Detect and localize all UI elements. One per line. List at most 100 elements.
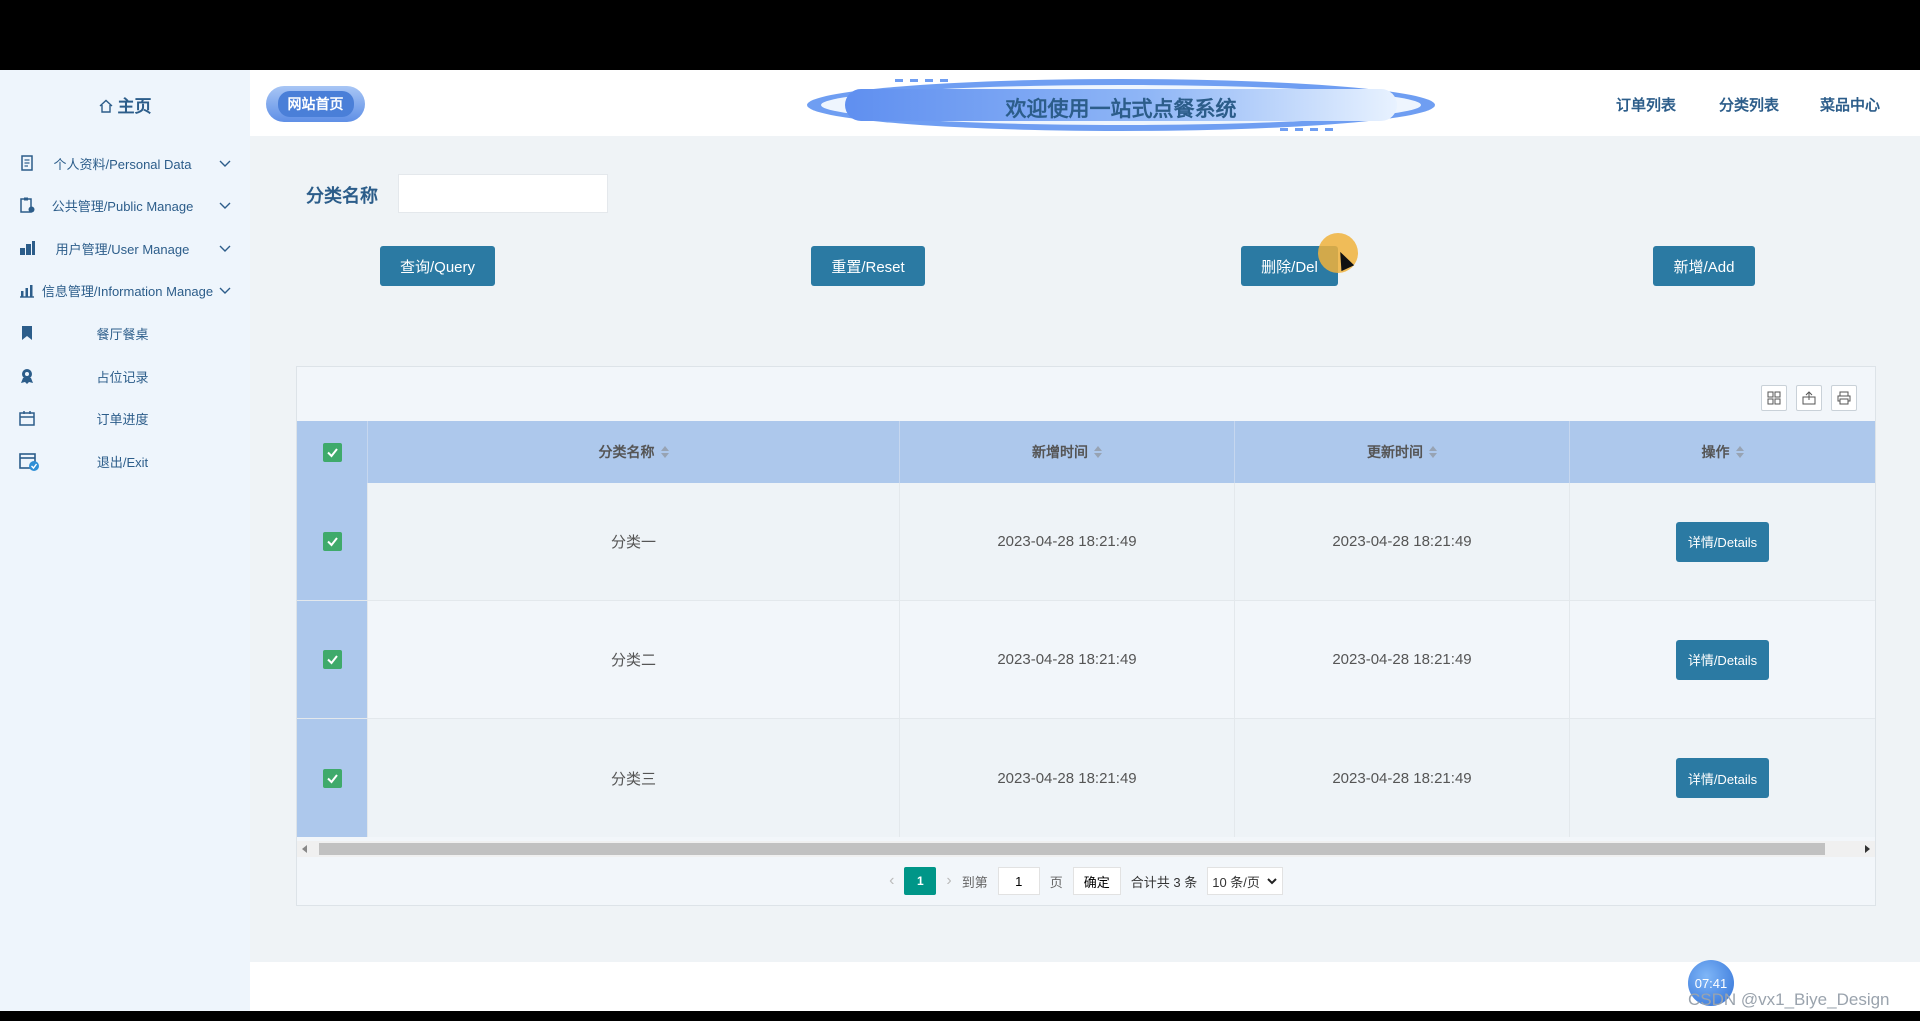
cell-category-name: 分类二 [368, 601, 900, 718]
screen-top-border [0, 0, 1920, 70]
nav-category-list[interactable]: 分类列表 [1719, 94, 1779, 115]
home-icon [99, 99, 112, 113]
pagination: ‹ 1 › 到第 页 确定 合计共 3 条 10 条/页 [297, 857, 1875, 905]
query-button[interactable]: 查询/Query [380, 246, 495, 286]
cell-created-time: 2023-04-28 18:21:49 [900, 719, 1235, 837]
title-banner: 欢迎使用一站式点餐系统 [805, 77, 1437, 133]
column-header-updated[interactable]: 更新时间 [1235, 421, 1570, 483]
sidebar-item-order-progress[interactable]: 订单进度 [0, 400, 250, 436]
sort-icon[interactable] [1735, 446, 1744, 458]
top-header: 网站首页 欢迎使用一站式点餐系统 订单列表 分类列表 菜品中心 [250, 70, 1920, 136]
header-checkbox-cell [297, 421, 368, 483]
sidebar-home-label: 主页 [117, 97, 152, 116]
row-checkbox[interactable] [322, 650, 342, 669]
details-button[interactable]: 详情/Details [1676, 639, 1769, 680]
cell-updated-time: 2023-04-28 18:21:49 [1235, 483, 1570, 600]
column-header-actions[interactable]: 操作 [1570, 421, 1875, 483]
table-row: 分类一 2023-04-28 18:21:49 2023-04-28 18:21… [297, 483, 1875, 601]
reset-button[interactable]: 重置/Reset [811, 246, 925, 286]
sidebar-item-information-manage[interactable]: 信息管理/Information Manage [0, 272, 250, 308]
main-content: 分类名称 查询/Query 重置/Reset 删除/Del 新增/Add 分类名… [250, 136, 1920, 962]
row-checkbox[interactable] [322, 532, 342, 551]
columns-filter-button[interactable] [1761, 385, 1787, 411]
search-label: 分类名称 [306, 186, 378, 206]
sidebar: 主页 个人资料/Personal Data 公共管理/Public Manage… [0, 70, 250, 1011]
scroll-left-icon[interactable] [302, 845, 307, 853]
cell-category-name: 分类一 [368, 483, 900, 600]
scroll-right-icon[interactable] [1865, 845, 1870, 853]
row-checkbox-cell [297, 483, 368, 600]
table-header-row: 分类名称 新增时间 更新时间 操作 [297, 421, 1875, 483]
current-page-button[interactable]: 1 [904, 867, 937, 895]
cell-category-name: 分类三 [368, 719, 900, 837]
column-header-label: 更新时间 [1367, 444, 1423, 460]
export-icon [1802, 391, 1816, 405]
print-icon [1837, 391, 1851, 405]
row-checkbox-cell [297, 601, 368, 718]
sidebar-item-label: 公共管理/Public Manage [51, 198, 194, 214]
goto-page-input[interactable] [997, 867, 1040, 895]
sidebar-item-label: 用户管理/User Manage [55, 241, 190, 257]
page-size-value: 10 条/页 [1212, 874, 1260, 890]
next-page-icon[interactable]: › [946, 872, 951, 890]
sidebar-item-label: 个人资料/Personal Data [53, 156, 192, 172]
sidebar-item-user-manage[interactable]: 用户管理/User Manage [0, 230, 250, 266]
sidebar-item-personal-data[interactable]: 个人资料/Personal Data [0, 145, 250, 181]
select-all-checkbox[interactable] [322, 442, 342, 462]
site-home-button[interactable]: 网站首页 [266, 86, 365, 122]
column-header-created[interactable]: 新增时间 [900, 421, 1235, 483]
sort-icon[interactable] [660, 446, 669, 458]
data-table: 分类名称 新增时间 更新时间 操作 分类一 2023-04-28 18:21:4… [296, 366, 1876, 906]
page-unit-label: 页 [1049, 874, 1063, 890]
sidebar-item-label: 占位记录 [96, 369, 149, 385]
chevron-down-icon [219, 245, 231, 252]
cell-updated-time: 2023-04-28 18:21:49 [1235, 601, 1570, 718]
print-button[interactable] [1831, 385, 1857, 411]
check-icon [326, 773, 338, 784]
horizontal-scrollbar[interactable] [297, 841, 1875, 857]
row-checkbox[interactable] [322, 768, 342, 788]
cell-created-time: 2023-04-28 18:21:49 [900, 483, 1235, 600]
category-name-input[interactable] [398, 174, 608, 213]
sidebar-home[interactable]: 主页 [0, 92, 250, 117]
chevron-down-icon [219, 287, 231, 294]
prev-page-icon[interactable]: ‹ [889, 872, 894, 890]
details-button[interactable]: 详情/Details [1676, 758, 1769, 798]
column-header-name[interactable]: 分类名称 [368, 421, 900, 483]
sidebar-item-exit[interactable]: 退出/Exit [0, 443, 250, 479]
sidebar-item-label: 退出/Exit [96, 454, 149, 470]
check-icon [326, 447, 338, 458]
nav-dish-center[interactable]: 菜品中心 [1820, 94, 1880, 115]
total-count: 合计共 3 条 [1130, 874, 1198, 890]
goto-label: 到第 [961, 874, 988, 890]
cell-actions: 详情/Details [1570, 483, 1875, 600]
sidebar-item-public-manage[interactable]: 公共管理/Public Manage [0, 187, 250, 223]
site-home-label: 网站首页 [277, 91, 354, 117]
column-header-label: 操作 [1701, 444, 1730, 460]
cell-actions: 详情/Details [1570, 719, 1875, 837]
sort-icon[interactable] [1094, 446, 1102, 458]
sidebar-item-label: 餐厅餐桌 [96, 326, 149, 342]
sidebar-item-restaurant-tables[interactable]: 餐厅餐桌 [0, 315, 250, 351]
sidebar-item-seat-records[interactable]: 占位记录 [0, 358, 250, 394]
watermark: CSDN @vx1_Biye_Design [1688, 990, 1890, 1009]
page-size-select[interactable]: 10 条/页 [1207, 867, 1283, 895]
columns-icon [1767, 391, 1781, 405]
scrollbar-thumb[interactable] [319, 843, 1825, 855]
nav-order-list[interactable]: 订单列表 [1616, 94, 1676, 115]
table-toolbar [1761, 385, 1857, 411]
table-row: 分类二 2023-04-28 18:21:49 2023-04-28 18:21… [297, 601, 1875, 719]
details-button[interactable]: 详情/Details [1676, 521, 1769, 562]
sort-icon[interactable] [1429, 446, 1437, 458]
column-header-label: 新增时间 [1032, 444, 1088, 460]
chevron-down-icon [1267, 878, 1277, 885]
footer-area [250, 962, 1920, 1011]
table-row: 分类三 2023-04-28 18:21:49 2023-04-28 18:21… [297, 719, 1875, 837]
export-button[interactable] [1796, 385, 1822, 411]
chevron-down-icon [219, 160, 231, 167]
chevron-down-icon [219, 202, 231, 209]
cell-updated-time: 2023-04-28 18:21:49 [1235, 719, 1570, 837]
goto-confirm-button[interactable]: 确定 [1072, 867, 1121, 895]
add-button[interactable]: 新增/Add [1653, 246, 1755, 286]
row-checkbox-cell [297, 719, 368, 837]
